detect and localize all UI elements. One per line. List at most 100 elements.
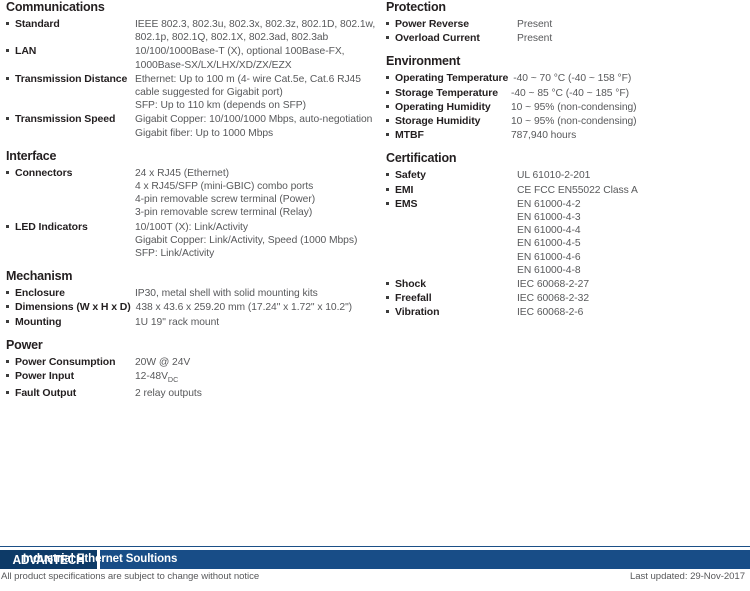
spec-value: Present bbox=[517, 33, 553, 45]
spec-label: Shock bbox=[395, 278, 427, 291]
bullet-square-icon bbox=[386, 86, 395, 94]
bullet-square-icon bbox=[386, 31, 395, 40]
spec-row: Dimensions (W x H x D) 438 x 43.6 x 259.2… bbox=[6, 300, 378, 314]
bullet-square-icon bbox=[6, 220, 15, 228]
spec-label: Power Input bbox=[15, 370, 74, 383]
spec-row: Safety UL 61010-2-201 bbox=[386, 168, 746, 182]
section-title: Mechanism bbox=[6, 269, 73, 284]
spec-label: Overload Current bbox=[395, 32, 480, 45]
spec-value-subscript: DC bbox=[167, 375, 179, 385]
bullet-square-icon bbox=[6, 44, 15, 53]
section-title: Communications bbox=[6, 0, 105, 14]
bullet-square-icon bbox=[6, 17, 15, 25]
spec-label: Freefall bbox=[395, 292, 432, 305]
spec-label: Mounting bbox=[15, 315, 62, 328]
spec-label: EMS bbox=[395, 197, 418, 210]
spec-row: Fault Output 2 relay outputs bbox=[6, 386, 378, 400]
spec-label: Safety bbox=[395, 169, 426, 182]
spec-value-text: 12-48V bbox=[135, 371, 168, 383]
bullet-square-icon bbox=[386, 305, 395, 314]
footer-banner-text: Industrial Ethernet Soultions bbox=[23, 553, 178, 565]
spec-label: Power Consumption bbox=[15, 355, 116, 368]
section-title: Certification bbox=[386, 151, 457, 166]
section-title: Power bbox=[6, 337, 43, 352]
spec-label: Power Reverse bbox=[395, 18, 469, 30]
spec-value: 438 x 43.6 x 259.20 mm (17.24" x 1.72" x… bbox=[135, 302, 353, 314]
spec-section: Interface Connectors 24 x RJ45 (Ethernet) … bbox=[6, 149, 378, 260]
spec-section: Environment Operating Temperature -40 ~ 70… bbox=[386, 54, 746, 142]
spec-label: LAN bbox=[15, 45, 37, 58]
right-column: Protection Power Reverse Present Overload C… bbox=[386, 0, 746, 329]
spec-section: Communications Standard IEEE 802.3, 802.3u… bbox=[6, 0, 378, 140]
section-title: Interface bbox=[6, 148, 57, 163]
footer-last-updated: Last updated: 29-Nov-2017 bbox=[629, 571, 745, 582]
spec-label: LED Indicators bbox=[15, 220, 88, 233]
spec-row: Overload Current Present bbox=[386, 31, 746, 45]
spec-label: Fault Output bbox=[15, 387, 77, 400]
spec-label: Operating Temperature bbox=[395, 72, 509, 85]
spec-value: IEC 60068-2-32 bbox=[517, 293, 589, 305]
spec-value: EN 61000-4-2 EN 61000-4-3 EN 61000-4-4 E… bbox=[517, 198, 581, 276]
spec-value: -40 ~ 70 °C (-40 ~ 158 °F) bbox=[513, 73, 632, 85]
spec-value: 10/100T (X): Link/Activity Gigabit Coppe… bbox=[135, 221, 358, 260]
bullet-square-icon bbox=[386, 168, 395, 177]
spec-label: Standard bbox=[15, 18, 60, 30]
spec-row: Connectors 24 x RJ45 (Ethernet) 4 x RJ45/… bbox=[6, 166, 378, 220]
bullet-square-icon bbox=[6, 315, 15, 323]
bullet-square-icon bbox=[386, 100, 395, 108]
spec-label: Dimensions (W x H x D) bbox=[15, 301, 131, 314]
bullet-square-icon bbox=[6, 369, 15, 378]
left-column: Communications Standard IEEE 802.3, 802.3u… bbox=[6, 0, 378, 410]
spec-label: Transmission Distance bbox=[15, 72, 128, 85]
bullet-square-icon bbox=[6, 355, 15, 363]
footer-disclaimer: All product specifications are subject t… bbox=[1, 571, 260, 582]
spec-value: IP30, metal shell with solid mounting ki… bbox=[135, 288, 318, 300]
spec-row: Enclosure IP30, metal shell with solid mo… bbox=[6, 286, 378, 300]
spec-label: Transmission Speed bbox=[15, 113, 116, 126]
bullet-square-icon bbox=[6, 166, 15, 174]
spec-label: MTBF bbox=[395, 129, 424, 142]
spec-row: Transmission Speed Gigabit Copper: 10/100… bbox=[6, 112, 378, 139]
bullet-square-icon bbox=[386, 183, 395, 191]
spec-label: Operating Humidity bbox=[395, 100, 491, 113]
spec-row: Shock IEC 60068-2-27 bbox=[386, 277, 746, 291]
spec-value: CE FCC EN55022 Class A bbox=[517, 184, 638, 196]
bullet-square-icon bbox=[6, 112, 15, 121]
bullet-square-icon bbox=[386, 71, 395, 80]
spec-row: LAN 10/100/1000Base-T (X), optional 100Ba… bbox=[6, 44, 378, 71]
spec-value: IEC 60068-2-27 bbox=[517, 279, 589, 291]
spec-row: Storage Temperature -40 ~ 85 °C (-40 ~ 18… bbox=[386, 86, 746, 100]
section-title: Protection bbox=[386, 0, 446, 14]
section-title: Environment bbox=[386, 54, 461, 69]
bullet-square-icon bbox=[386, 114, 395, 123]
spec-row: Mounting 1U 19" rack mount bbox=[6, 315, 378, 329]
spec-row: Transmission Distance Ethernet: Up to 100… bbox=[6, 72, 378, 113]
spec-value: 2 relay outputs bbox=[135, 388, 202, 400]
bullet-square-icon bbox=[386, 128, 395, 137]
spec-section: Mechanism Enclosure IP30, metal shell with… bbox=[6, 269, 378, 329]
spec-row: Vibration IEC 60068-2-6 bbox=[386, 305, 746, 319]
spec-label: Storage Humidity bbox=[395, 115, 481, 128]
spec-row: Power Input 12-48VDC bbox=[6, 369, 378, 386]
spec-value: 787,940 hours bbox=[511, 130, 577, 142]
spec-value: 12-48VDC bbox=[135, 369, 378, 386]
bullet-square-icon bbox=[386, 277, 395, 286]
spec-row: Power Reverse Present bbox=[386, 17, 746, 31]
bullet-square-icon bbox=[386, 197, 395, 205]
spec-row: Storage Humidity 10 ~ 95% (non-condensing… bbox=[386, 114, 746, 128]
spec-value: IEC 60068-2-6 bbox=[517, 307, 584, 319]
spec-row: Operating Humidity 10 ~ 95% (non-condensi… bbox=[386, 100, 746, 114]
footer-banner bbox=[100, 550, 750, 569]
spec-value: 20W @ 24V bbox=[135, 356, 191, 368]
spec-row: Standard IEEE 802.3, 802.3u, 802.3x, 802.… bbox=[6, 17, 378, 44]
spec-value: Gigabit Copper: 10/100/1000 Mbps, auto-n… bbox=[135, 114, 373, 139]
spec-label: Enclosure bbox=[15, 287, 65, 300]
spec-value: Present bbox=[517, 19, 553, 30]
footer-divider bbox=[0, 546, 750, 547]
spec-section: Power Power Consumption 20W @ 24V Power Inp… bbox=[6, 338, 378, 401]
spec-value: UL 61010-2-201 bbox=[517, 170, 591, 182]
spec-value: 1U 19" rack mount bbox=[135, 316, 220, 328]
spec-row: Operating Temperature -40 ~ 70 °C (-40 ~ … bbox=[386, 71, 746, 85]
spec-row: MTBF 787,940 hours bbox=[386, 128, 746, 142]
spec-value: 10 ~ 95% (non-condensing) bbox=[511, 116, 637, 128]
